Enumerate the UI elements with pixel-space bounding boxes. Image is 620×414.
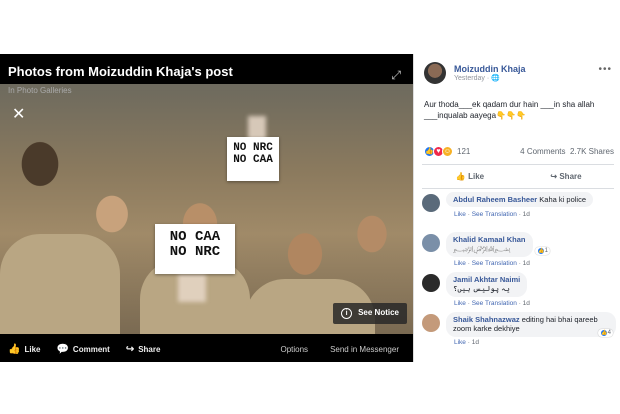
commenter-name[interactable]: Khalid Kamaal Khan [453, 235, 526, 244]
comment-meta: Like · See Translation · 1d [454, 211, 530, 218]
comment-reaction-count: 4 [607, 330, 612, 336]
options-link[interactable]: Options [280, 345, 308, 354]
comment-item: Shaik Shahnazwaz editing hai bhai qareeb… [420, 312, 618, 352]
post-share-label: Share [559, 172, 582, 181]
comment-text: یہ پولیس ہیں؟ [453, 284, 510, 294]
globe-icon: 🌐 [491, 75, 500, 82]
share-arrow-icon: ↪ [550, 172, 558, 181]
see-notice-label: See Notice [358, 308, 399, 317]
send-in-messenger-link[interactable]: Send in Messenger [330, 345, 399, 354]
share-icon: ↪ [125, 343, 135, 355]
comment-like-link[interactable]: Like [454, 339, 466, 346]
share-button[interactable]: ↪ Share [126, 344, 161, 355]
protest-sign: NO CAA NO NRC [155, 224, 235, 274]
photo-viewer: Photos from Moizuddin Khaja's post ⤢ NO … [0, 54, 413, 362]
post-like-label: Like [468, 172, 485, 181]
comment-label: Comment [72, 344, 110, 354]
comment-sticker: ﷽ [453, 244, 511, 254]
protest-photo[interactable]: NO NRC NO CAA NO CAA NO NRC ✕ In Photo G… [0, 84, 413, 334]
share-label: Share [138, 344, 161, 354]
sign-text: NO CAA NO NRC [169, 229, 221, 260]
comment-item: Jamil Akhtar Naimi یہ پولیس ہیں؟ Like · S… [420, 272, 618, 312]
shares-count[interactable]: 2.7K Shares [570, 147, 614, 156]
haha-reaction-icon: ☺ [442, 146, 453, 157]
see-translation-link[interactable]: See Translation [472, 260, 517, 267]
commenter-name[interactable]: Jamil Akhtar Naimi [453, 275, 520, 284]
commenter-name[interactable]: Abdul Raheem Basheer [453, 195, 537, 204]
comment-meta: Like · See Translation · 1d [454, 260, 530, 267]
comments-count[interactable]: 4 Comments [520, 147, 565, 156]
comment-bubble: Jamil Akhtar Naimi یہ پولیس ہیں؟ [446, 272, 528, 297]
comment-bubble: Abdul Raheem Basheer Kaha ki police [446, 192, 593, 208]
comment-text: Kaha ki police [539, 195, 586, 204]
like-button[interactable]: 👍 Like [8, 344, 40, 355]
author-name[interactable]: Moizuddin Khaja [454, 64, 526, 74]
post-stats[interactable]: 4 Comments 2.7K Shares [520, 147, 614, 156]
comment-list: Abdul Raheem Basheer Kaha ki police Like… [420, 192, 618, 352]
comment-reaction-count: 1 [544, 248, 549, 254]
comment-meta: Like · 1d [454, 339, 479, 346]
commenter-name[interactable]: Shaik Shahnazwaz [453, 315, 520, 324]
post-sidebar: Moizuddin Khaja Yesterday · 🌐 ••• Aur th… [413, 54, 620, 362]
comment-like-link[interactable]: Like [454, 260, 466, 267]
commenter-avatar[interactable] [422, 314, 440, 332]
divider [422, 188, 614, 189]
more-options-icon[interactable]: ••• [598, 64, 612, 75]
comment-age: 1d [471, 339, 479, 346]
photo-theater: Photos from Moizuddin Khaja's post ⤢ NO … [0, 54, 620, 362]
see-translation-link[interactable]: See Translation [472, 300, 517, 307]
comment-bubble: Shaik Shahnazwaz editing hai bhai qareeb… [446, 312, 616, 337]
like-label: Like [24, 344, 41, 354]
commenter-avatar[interactable] [422, 194, 440, 212]
reaction-count: 121 [457, 147, 471, 156]
comment-reactions[interactable]: 👍 1 [535, 247, 551, 255]
see-translation-link[interactable]: See Translation [472, 211, 517, 218]
see-notice-button[interactable]: i See Notice [333, 303, 407, 324]
close-icon[interactable]: ✕ [12, 104, 25, 124]
viewer-action-bar: 👍 Like 💬 Comment ↪ Share Options Send in Me… [0, 336, 413, 362]
comment-age: 1d [522, 300, 530, 307]
comment-like-link[interactable]: Like [454, 300, 466, 307]
expand-icon[interactable]: ⤢ [391, 68, 401, 83]
divider [422, 164, 614, 165]
comment-like-link[interactable]: Like [454, 211, 466, 218]
officer-left [0, 234, 120, 334]
viewer-subtitle: In Photo Galleries [8, 86, 72, 95]
post-like-button[interactable]: 👍 Like [422, 168, 518, 186]
commenter-avatar[interactable] [422, 234, 440, 252]
author-avatar[interactable] [424, 62, 446, 84]
comment-item: Abdul Raheem Basheer Kaha ki police Like… [420, 192, 618, 232]
blur-patch [178, 274, 206, 302]
post-text: Aur thoda___ek qadam dur hain ___in sha … [424, 100, 595, 120]
comment-meta: Like · See Translation · 1d [454, 300, 530, 307]
sign-text: NO NRC NO CAA [233, 142, 273, 166]
post-share-button[interactable]: ↪ Share [518, 168, 614, 186]
reaction-summary[interactable]: 👍 ♥ ☺ 121 4 Comments 2.7K Shares [424, 146, 614, 157]
post-actions: 👍 Like ↪ Share [422, 168, 614, 186]
comment-age: 1d [522, 260, 530, 267]
comment-button[interactable]: 💬 Comment [56, 344, 109, 355]
comment-icon: 💬 [56, 343, 69, 355]
post-header: Moizuddin Khaja Yesterday · 🌐 [424, 62, 526, 84]
post-time-text: Yesterday · [454, 75, 492, 82]
viewer-title: Photos from Moizuddin Khaja's post [8, 64, 233, 79]
like-icon: 👍 [8, 343, 21, 355]
comment-age: 1d [522, 211, 530, 218]
post-time: Yesterday · 🌐 [454, 74, 526, 82]
comment-reactions[interactable]: 👍 4 [598, 329, 614, 337]
comment-item: Khalid Kamaal Khan ﷽ 👍 1 Like · See Trans… [420, 232, 618, 272]
comment-bubble: Khalid Kamaal Khan ﷽ [446, 232, 533, 257]
commenter-avatar[interactable] [422, 274, 440, 292]
thumb-icon: 👍 [455, 172, 466, 181]
protest-sign: NO NRC NO CAA [227, 137, 279, 181]
info-icon: i [341, 308, 353, 319]
